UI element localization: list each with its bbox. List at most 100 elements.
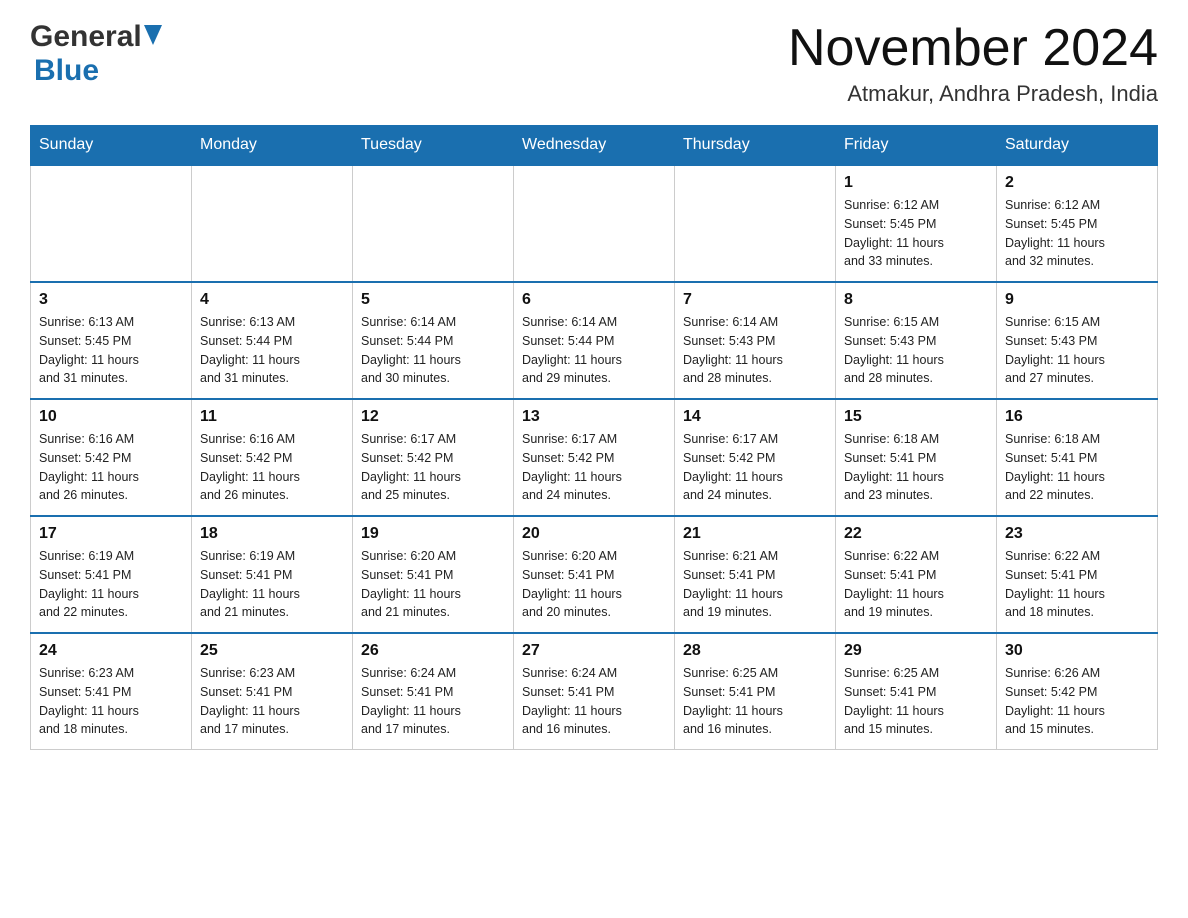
day-info: Sunrise: 6:25 AM Sunset: 5:41 PM Dayligh… bbox=[844, 664, 988, 739]
calendar-cell: 6 Sunrise: 6:14 AM Sunset: 5:44 PM Daylig… bbox=[514, 282, 675, 399]
day-info: Sunrise: 6:16 AM Sunset: 5:42 PM Dayligh… bbox=[200, 430, 344, 505]
calendar-cell: 4Sunrise: 6:13 AM Sunset: 5:44 PM Daylig… bbox=[192, 282, 353, 399]
calendar-week-2: 3Sunrise: 6:13 AM Sunset: 5:45 PM Daylig… bbox=[31, 282, 1158, 399]
day-number: 22 bbox=[844, 525, 988, 543]
month-title: November 2024 bbox=[788, 20, 1158, 77]
day-number: 4 bbox=[200, 291, 344, 309]
calendar-table: SundayMondayTuesdayWednesdayThursdayFrid… bbox=[30, 125, 1158, 750]
calendar-week-4: 17 Sunrise: 6:19 AM Sunset: 5:41 PM Dayli… bbox=[31, 516, 1158, 633]
day-info: Sunrise: 6:18 AM Sunset: 5:41 PM Dayligh… bbox=[844, 430, 988, 505]
day-number: 18 bbox=[200, 525, 344, 543]
calendar-cell: 28 Sunrise: 6:25 AM Sunset: 5:41 PM Dayli… bbox=[675, 633, 836, 750]
calendar-cell: 27Sunrise: 6:24 AM Sunset: 5:41 PM Dayli… bbox=[514, 633, 675, 750]
day-number: 24 bbox=[39, 642, 183, 660]
calendar-cell: 12 Sunrise: 6:17 AM Sunset: 5:42 PM Dayli… bbox=[353, 399, 514, 516]
day-info: Sunrise: 6:14 AM Sunset: 5:44 PM Dayligh… bbox=[522, 313, 666, 388]
calendar-cell: 29 Sunrise: 6:25 AM Sunset: 5:41 PM Dayli… bbox=[836, 633, 997, 750]
calendar-cell: 16Sunrise: 6:18 AM Sunset: 5:41 PM Dayli… bbox=[997, 399, 1158, 516]
day-info: Sunrise: 6:16 AM Sunset: 5:42 PM Dayligh… bbox=[39, 430, 183, 505]
day-number: 6 bbox=[522, 291, 666, 309]
calendar-cell bbox=[192, 165, 353, 282]
logo: General Blue bbox=[30, 20, 162, 88]
day-number: 30 bbox=[1005, 642, 1149, 660]
calendar-cell bbox=[353, 165, 514, 282]
day-info: Sunrise: 6:26 AM Sunset: 5:42 PM Dayligh… bbox=[1005, 664, 1149, 739]
day-number: 21 bbox=[683, 525, 827, 543]
day-number: 17 bbox=[39, 525, 183, 543]
day-info: Sunrise: 6:19 AM Sunset: 5:41 PM Dayligh… bbox=[200, 547, 344, 622]
day-number: 19 bbox=[361, 525, 505, 543]
day-number: 9 bbox=[1005, 291, 1149, 309]
logo-triangle-icon bbox=[144, 25, 162, 45]
calendar-body: 1 Sunrise: 6:12 AM Sunset: 5:45 PM Daylig… bbox=[31, 165, 1158, 750]
logo-blue-text: Blue bbox=[34, 54, 99, 87]
weekday-header-sunday: Sunday bbox=[31, 126, 192, 166]
calendar-week-3: 10 Sunrise: 6:16 AM Sunset: 5:42 PM Dayli… bbox=[31, 399, 1158, 516]
weekday-header-tuesday: Tuesday bbox=[353, 126, 514, 166]
day-number: 15 bbox=[844, 408, 988, 426]
day-number: 26 bbox=[361, 642, 505, 660]
day-number: 5 bbox=[361, 291, 505, 309]
day-number: 10 bbox=[39, 408, 183, 426]
day-info: Sunrise: 6:22 AM Sunset: 5:41 PM Dayligh… bbox=[1005, 547, 1149, 622]
day-number: 25 bbox=[200, 642, 344, 660]
calendar-cell: 1 Sunrise: 6:12 AM Sunset: 5:45 PM Daylig… bbox=[836, 165, 997, 282]
day-number: 23 bbox=[1005, 525, 1149, 543]
calendar-cell: 13Sunrise: 6:17 AM Sunset: 5:42 PM Dayli… bbox=[514, 399, 675, 516]
calendar-cell: 10 Sunrise: 6:16 AM Sunset: 5:42 PM Dayli… bbox=[31, 399, 192, 516]
calendar-cell: 14Sunrise: 6:17 AM Sunset: 5:42 PM Dayli… bbox=[675, 399, 836, 516]
day-info: Sunrise: 6:17 AM Sunset: 5:42 PM Dayligh… bbox=[683, 430, 827, 505]
weekday-header-row: SundayMondayTuesdayWednesdayThursdayFrid… bbox=[31, 126, 1158, 166]
calendar-cell: 2 Sunrise: 6:12 AM Sunset: 5:45 PM Daylig… bbox=[997, 165, 1158, 282]
day-info: Sunrise: 6:12 AM Sunset: 5:45 PM Dayligh… bbox=[844, 196, 988, 271]
calendar-cell: 22 Sunrise: 6:22 AM Sunset: 5:41 PM Dayli… bbox=[836, 516, 997, 633]
calendar-cell: 23 Sunrise: 6:22 AM Sunset: 5:41 PM Dayli… bbox=[997, 516, 1158, 633]
day-info: Sunrise: 6:17 AM Sunset: 5:42 PM Dayligh… bbox=[361, 430, 505, 505]
day-info: Sunrise: 6:23 AM Sunset: 5:41 PM Dayligh… bbox=[200, 664, 344, 739]
day-number: 28 bbox=[683, 642, 827, 660]
weekday-header-saturday: Saturday bbox=[997, 126, 1158, 166]
day-number: 29 bbox=[844, 642, 988, 660]
calendar-header: SundayMondayTuesdayWednesdayThursdayFrid… bbox=[31, 126, 1158, 166]
day-number: 2 bbox=[1005, 174, 1149, 192]
day-number: 11 bbox=[200, 408, 344, 426]
calendar-cell: 15 Sunrise: 6:18 AM Sunset: 5:41 PM Dayli… bbox=[836, 399, 997, 516]
day-info: Sunrise: 6:22 AM Sunset: 5:41 PM Dayligh… bbox=[844, 547, 988, 622]
calendar-cell: 26Sunrise: 6:24 AM Sunset: 5:41 PM Dayli… bbox=[353, 633, 514, 750]
day-number: 12 bbox=[361, 408, 505, 426]
day-info: Sunrise: 6:17 AM Sunset: 5:42 PM Dayligh… bbox=[522, 430, 666, 505]
day-info: Sunrise: 6:20 AM Sunset: 5:41 PM Dayligh… bbox=[361, 547, 505, 622]
calendar-title-area: November 2024 Atmakur, Andhra Pradesh, I… bbox=[788, 20, 1158, 107]
day-info: Sunrise: 6:15 AM Sunset: 5:43 PM Dayligh… bbox=[1005, 313, 1149, 388]
calendar-cell: 19 Sunrise: 6:20 AM Sunset: 5:41 PM Dayli… bbox=[353, 516, 514, 633]
day-info: Sunrise: 6:19 AM Sunset: 5:41 PM Dayligh… bbox=[39, 547, 183, 622]
calendar-cell: 9 Sunrise: 6:15 AM Sunset: 5:43 PM Daylig… bbox=[997, 282, 1158, 399]
calendar-cell bbox=[31, 165, 192, 282]
day-info: Sunrise: 6:20 AM Sunset: 5:41 PM Dayligh… bbox=[522, 547, 666, 622]
day-number: 27 bbox=[522, 642, 666, 660]
calendar-cell bbox=[675, 165, 836, 282]
day-info: Sunrise: 6:13 AM Sunset: 5:45 PM Dayligh… bbox=[39, 313, 183, 388]
day-number: 16 bbox=[1005, 408, 1149, 426]
logo-general-text: General bbox=[30, 20, 142, 54]
day-info: Sunrise: 6:23 AM Sunset: 5:41 PM Dayligh… bbox=[39, 664, 183, 739]
calendar-cell: 18 Sunrise: 6:19 AM Sunset: 5:41 PM Dayli… bbox=[192, 516, 353, 633]
calendar-cell: 11 Sunrise: 6:16 AM Sunset: 5:42 PM Dayli… bbox=[192, 399, 353, 516]
calendar-cell: 30 Sunrise: 6:26 AM Sunset: 5:42 PM Dayli… bbox=[997, 633, 1158, 750]
day-info: Sunrise: 6:14 AM Sunset: 5:43 PM Dayligh… bbox=[683, 313, 827, 388]
day-info: Sunrise: 6:21 AM Sunset: 5:41 PM Dayligh… bbox=[683, 547, 827, 622]
weekday-header-thursday: Thursday bbox=[675, 126, 836, 166]
day-info: Sunrise: 6:12 AM Sunset: 5:45 PM Dayligh… bbox=[1005, 196, 1149, 271]
calendar-week-5: 24 Sunrise: 6:23 AM Sunset: 5:41 PM Dayli… bbox=[31, 633, 1158, 750]
day-info: Sunrise: 6:15 AM Sunset: 5:43 PM Dayligh… bbox=[844, 313, 988, 388]
day-number: 7 bbox=[683, 291, 827, 309]
calendar-cell: 5 Sunrise: 6:14 AM Sunset: 5:44 PM Daylig… bbox=[353, 282, 514, 399]
day-info: Sunrise: 6:25 AM Sunset: 5:41 PM Dayligh… bbox=[683, 664, 827, 739]
day-number: 1 bbox=[844, 174, 988, 192]
day-info: Sunrise: 6:14 AM Sunset: 5:44 PM Dayligh… bbox=[361, 313, 505, 388]
calendar-cell: 21 Sunrise: 6:21 AM Sunset: 5:41 PM Dayli… bbox=[675, 516, 836, 633]
calendar-cell: 8Sunrise: 6:15 AM Sunset: 5:43 PM Daylig… bbox=[836, 282, 997, 399]
calendar-cell: 24 Sunrise: 6:23 AM Sunset: 5:41 PM Dayli… bbox=[31, 633, 192, 750]
location-subtitle: Atmakur, Andhra Pradesh, India bbox=[788, 81, 1158, 107]
page-header: General Blue November 2024 Atmakur, Andh… bbox=[30, 20, 1158, 107]
